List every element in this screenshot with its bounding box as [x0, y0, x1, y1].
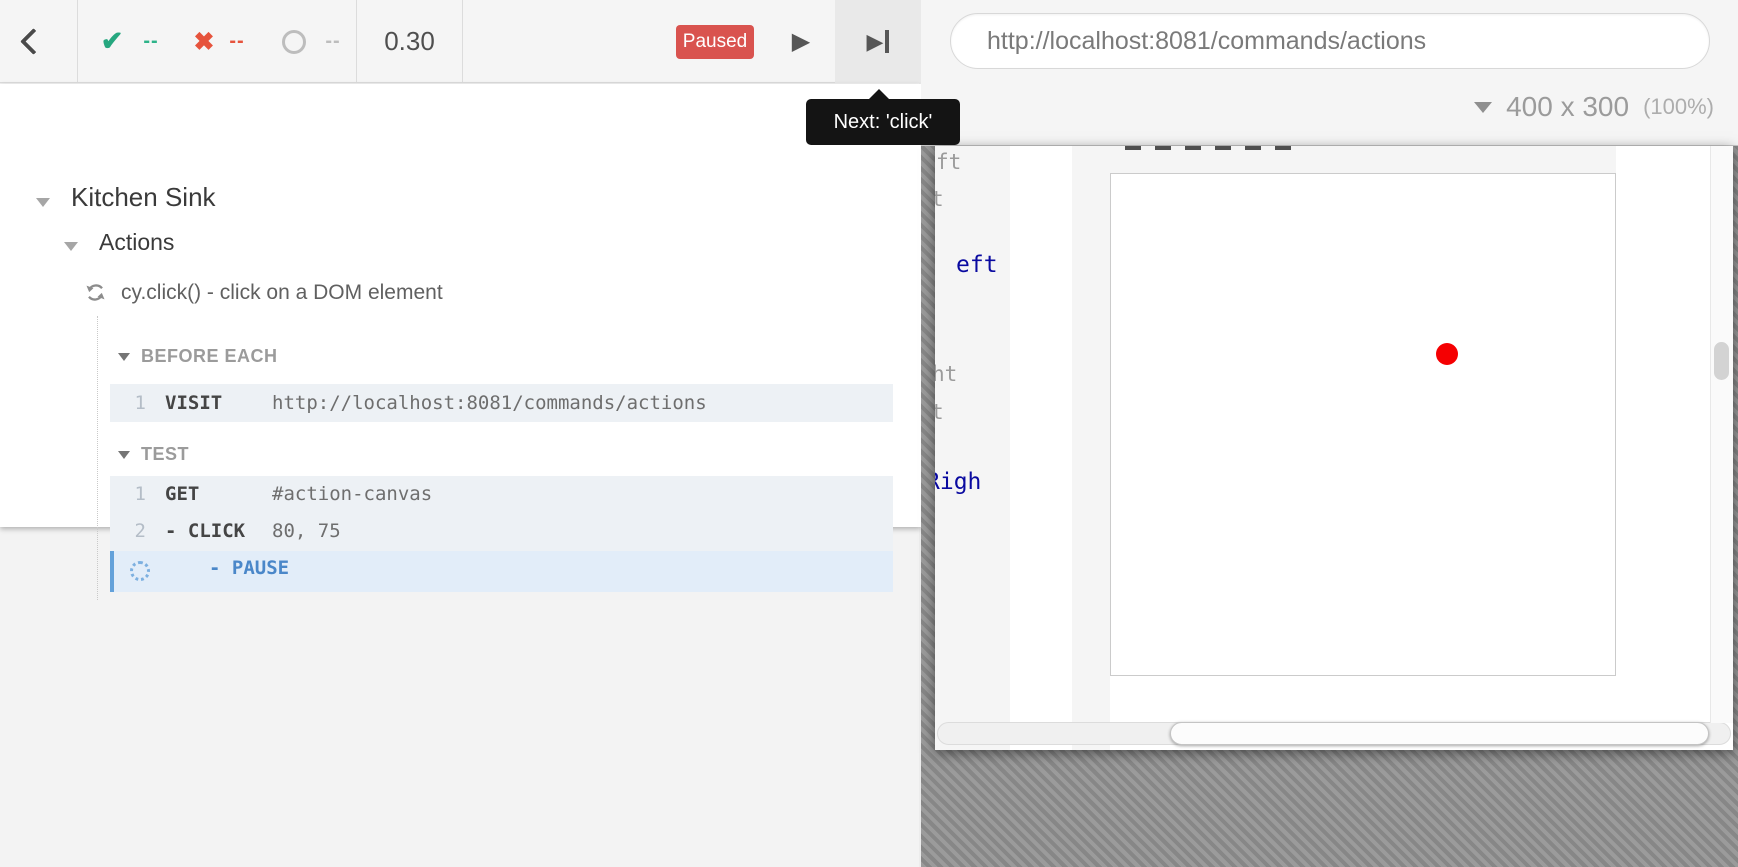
viewport-size: 400 x 300 — [1506, 91, 1629, 123]
next-command-tooltip: Next: 'click' — [806, 99, 960, 145]
command-number: 2 — [120, 513, 146, 550]
chevron-down-icon — [1474, 102, 1492, 113]
viewport-selector[interactable]: 400 x 300 (100%) — [1474, 84, 1714, 130]
clipped-code-text: Righ — [935, 469, 981, 495]
click-indicator-dot — [1436, 343, 1458, 365]
command-message: 80, 75 — [272, 513, 341, 550]
command-name: - PAUSE — [209, 551, 289, 586]
clipped-code-text: eft — [956, 252, 998, 278]
clipped-text: ft — [936, 150, 961, 174]
test-connector-line — [97, 316, 98, 600]
command-number: 1 — [120, 476, 146, 513]
clipped-text: t — [935, 187, 944, 211]
x-icon: ✖ — [194, 27, 215, 57]
command-message: #action-canvas — [272, 476, 432, 513]
chevron-down-icon — [118, 451, 130, 459]
command-name: VISIT — [165, 384, 222, 422]
clipped-text: t — [935, 400, 944, 424]
failed-count: -- — [220, 0, 254, 83]
chevron-down-icon — [118, 353, 130, 361]
test-command-rows: 1 GET #action-canvas 2 - CLICK 80, 75 — [110, 476, 893, 551]
pending-count: -- — [316, 0, 350, 83]
action-canvas[interactable] — [1110, 173, 1616, 676]
command-row-visit[interactable]: 1 VISIT http://localhost:8081/commands/a… — [110, 384, 893, 422]
page-background-strip — [1010, 146, 1072, 750]
test-section-header[interactable]: TEST — [118, 444, 189, 465]
horizontal-scrollbar-thumb[interactable] — [1170, 722, 1709, 745]
command-row-pause[interactable]: - PAUSE — [110, 551, 893, 592]
command-name: - CLICK — [165, 513, 245, 550]
aut-region: 400 x 300 (100%) ft t eft ht t Righ — [921, 0, 1738, 867]
chevron-down-icon[interactable] — [64, 242, 78, 251]
cypress-runner: ✔ -- ✖ -- -- 0.30 Paused — [0, 0, 1738, 867]
command-log: Kitchen Sink Actions cy.click() - click … — [0, 84, 921, 527]
play-icon: ▶ — [792, 27, 810, 56]
before-each-header[interactable]: BEFORE EACH — [118, 346, 278, 367]
chevron-left-icon — [20, 28, 47, 55]
resume-button[interactable]: ▶ — [779, 0, 823, 83]
chevron-down-icon[interactable] — [36, 198, 50, 207]
reporter-toolbar: ✔ -- ✖ -- -- 0.30 Paused — [0, 0, 919, 83]
clipped-text: ht — [935, 362, 957, 386]
vertical-scrollbar-thumb[interactable] — [1714, 342, 1729, 380]
tooltip-arrow-icon — [868, 89, 890, 100]
command-number: 1 — [120, 384, 146, 422]
command-message: http://localhost:8081/commands/actions — [272, 384, 707, 422]
checkmark-icon: ✔ — [101, 26, 124, 57]
aut-iframe[interactable]: ft t eft ht t Righ — [935, 146, 1733, 750]
refresh-icon — [84, 281, 107, 309]
reporter-panel: ✔ -- ✖ -- -- 0.30 Paused — [0, 0, 921, 867]
passed-count: -- — [134, 0, 168, 83]
viewport-scale: (100%) — [1643, 94, 1714, 120]
test-title[interactable]: cy.click() - click on a DOM element — [121, 281, 443, 305]
pending-stat — [274, 0, 314, 83]
failed-stat: ✖ — [184, 0, 224, 83]
toolbar-divider — [462, 0, 463, 83]
subsuite-title[interactable]: Actions — [99, 229, 174, 256]
vertical-scrollbar-track[interactable] — [1710, 146, 1733, 723]
command-name: GET — [165, 476, 199, 513]
command-row-get[interactable]: 1 GET #action-canvas — [110, 476, 893, 513]
step-forward-icon: ▶ — [867, 29, 884, 55]
circle-icon — [282, 30, 306, 54]
paused-badge: Paused — [676, 25, 754, 59]
back-button[interactable] — [10, 0, 56, 83]
toolbar-divider — [77, 0, 78, 83]
spinner-icon — [130, 561, 150, 581]
suite-title[interactable]: Kitchen Sink — [71, 182, 216, 213]
command-row-click[interactable]: 2 - CLICK 80, 75 — [110, 513, 893, 551]
step-forward-bar-icon — [885, 30, 889, 53]
url-input[interactable] — [950, 13, 1710, 69]
aut-header: 400 x 300 (100%) — [921, 0, 1738, 146]
next-step-button[interactable]: ▶ — [835, 0, 921, 83]
clipped-text-artifact — [1125, 146, 1291, 150]
test-duration: 0.30 — [357, 0, 462, 83]
passed-stat: ✔ — [90, 0, 134, 83]
